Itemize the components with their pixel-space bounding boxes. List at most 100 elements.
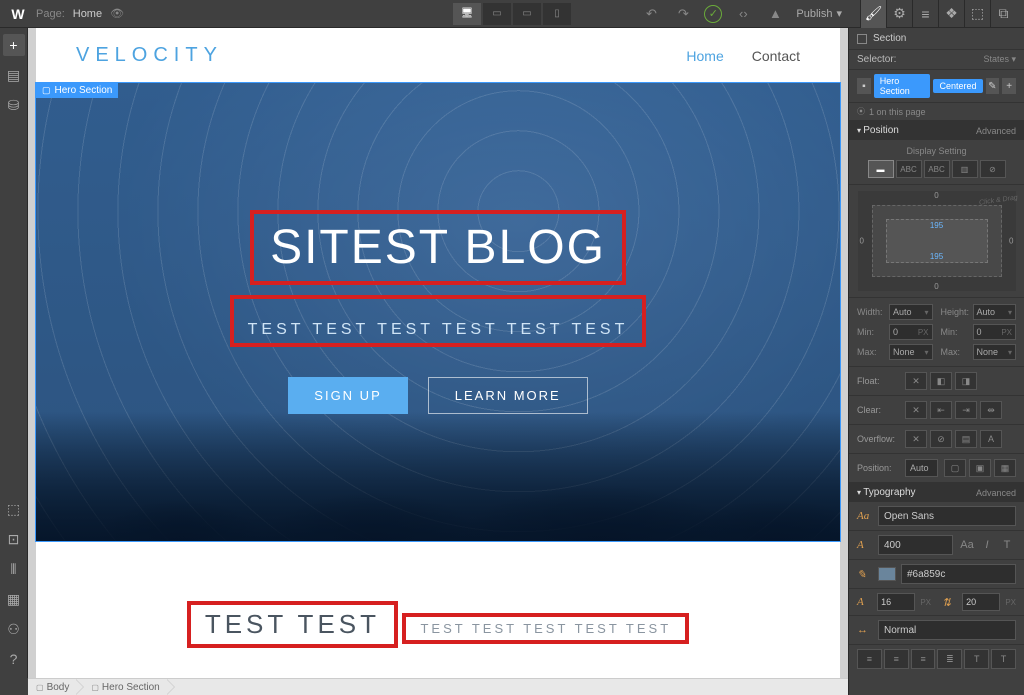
position-section-header[interactable]: Position Advanced	[849, 121, 1024, 140]
hero-subtitle[interactable]: TEST TEST TEST TEST TEST TEST	[248, 321, 629, 339]
display-block-icon[interactable]: ▬	[868, 160, 894, 178]
advanced-toggle[interactable]: Advanced	[976, 126, 1016, 136]
padding-top-value[interactable]: 195	[930, 221, 943, 230]
position-opt2-icon[interactable]: ▣	[969, 459, 991, 477]
float-left-icon[interactable]: ◧	[930, 372, 952, 390]
cms-icon[interactable]: ⛁	[3, 94, 25, 116]
position-select[interactable]: Auto	[905, 459, 938, 477]
letter-spacing-select[interactable]: Normal	[878, 620, 1016, 640]
layout-panel-icon[interactable]: ≡	[912, 0, 938, 28]
breadcrumb-body[interactable]: Body	[28, 679, 83, 695]
clear-none-icon[interactable]	[905, 401, 927, 419]
float-right-icon[interactable]: ◨	[955, 372, 977, 390]
align-center-icon[interactable]: ≡	[884, 649, 909, 669]
line-height-input[interactable]: 20	[962, 593, 1000, 611]
margin-left-value[interactable]: 0	[860, 237, 864, 246]
style-regular-icon[interactable]: Aa	[958, 536, 976, 554]
webflow-logo-icon[interactable]: W	[8, 4, 28, 24]
selector-type-icon[interactable]: ▪	[857, 78, 871, 94]
overflow-auto-icon[interactable]: A	[980, 430, 1002, 448]
publish-button[interactable]: Publish ▾	[796, 7, 842, 20]
clear-left-icon[interactable]: ⇤	[930, 401, 952, 419]
display-inline-icon[interactable]: ABC	[924, 160, 950, 178]
font-size-input[interactable]: 16	[877, 593, 915, 611]
pages-icon[interactable]: ▤	[3, 64, 25, 86]
box-model[interactable]: 0 0 0 0 195 195 Click & Drag	[849, 185, 1024, 298]
device-tablet-icon[interactable]: ▭	[483, 3, 511, 25]
help-icon[interactable]: ?	[3, 648, 25, 670]
font-color-swatch[interactable]	[878, 567, 896, 581]
width-input[interactable]: Auto▾	[889, 304, 933, 320]
font-weight-select[interactable]: 400	[878, 535, 953, 555]
margin-top-value[interactable]: 0	[934, 191, 938, 200]
code-icon[interactable]: ‹›	[732, 3, 754, 25]
interactions-panel-icon[interactable]: ❖	[938, 0, 964, 28]
clear-right-icon[interactable]: ⇥	[955, 401, 977, 419]
preview-icon[interactable]: 👁	[110, 7, 130, 20]
position-opt1-icon[interactable]: ▢	[944, 459, 966, 477]
advanced-toggle[interactable]: Advanced	[976, 488, 1016, 498]
display-none-icon[interactable]: ⊘	[980, 160, 1006, 178]
style-panel-icon[interactable]: 🖌	[860, 0, 886, 28]
overflow-visible-icon[interactable]	[905, 430, 927, 448]
style-italic-icon[interactable]: I	[978, 536, 996, 554]
redo-icon[interactable]: ↷	[672, 3, 694, 25]
selection-tag[interactable]: Hero Section	[36, 83, 118, 98]
navigator-icon[interactable]: ⬚	[3, 498, 25, 520]
max-height-input[interactable]: None▾	[973, 344, 1017, 360]
signup-button[interactable]: SIGN UP	[288, 377, 407, 414]
status-ok-icon[interactable]: ✓	[704, 5, 722, 23]
audit-icon[interactable]: ⦀	[3, 558, 25, 580]
overflow-scroll-icon[interactable]: ▤	[955, 430, 977, 448]
class-tag-centered[interactable]: Centered	[933, 79, 982, 93]
settings-panel-icon[interactable]: ⚙	[886, 0, 912, 28]
style-tt-icon[interactable]: T	[998, 536, 1016, 554]
text-transform-icon[interactable]: T	[964, 649, 989, 669]
overflow-hidden-icon[interactable]: ⊘	[930, 430, 952, 448]
assets-panel-icon[interactable]: ⬚	[964, 0, 990, 28]
min-width-input[interactable]: 0PX	[889, 324, 933, 340]
section-checkbox[interactable]	[857, 34, 867, 44]
add-element-icon[interactable]: +	[3, 34, 25, 56]
margin-bottom-value[interactable]: 0	[934, 282, 938, 291]
class-tag-hero[interactable]: Hero Section	[874, 74, 931, 98]
align-right-icon[interactable]: ≡	[911, 649, 936, 669]
below-subtitle[interactable]: TEST TEST TEST TEST TEST	[420, 621, 671, 636]
text-decoration-icon[interactable]: T	[991, 649, 1016, 669]
below-title[interactable]: TEST TEST	[205, 609, 380, 640]
learnmore-button[interactable]: LEARN MORE	[428, 377, 588, 414]
clear-both-icon[interactable]: ⇹	[980, 401, 1002, 419]
page-name[interactable]: Home	[73, 8, 102, 20]
last-panel-icon[interactable]: ⧉	[990, 0, 1016, 28]
selector-tool-icon[interactable]: ⊡	[3, 528, 25, 550]
breadcrumb-hero[interactable]: Hero Section	[83, 679, 173, 695]
export-icon[interactable]: ▲	[764, 3, 786, 25]
height-input[interactable]: Auto▾	[973, 304, 1017, 320]
device-phone-icon[interactable]: ▯	[543, 3, 571, 25]
min-height-input[interactable]: 0PX	[973, 324, 1017, 340]
video-icon[interactable]: ▦	[3, 588, 25, 610]
canvas[interactable]: VELOCITY Home Contact SITEST BLOG TEST T…	[36, 28, 840, 678]
typography-section-header[interactable]: Typography Advanced	[849, 483, 1024, 502]
position-opt3-icon[interactable]: ▦	[994, 459, 1016, 477]
add-class-icon[interactable]: +	[1002, 78, 1016, 94]
max-width-input[interactable]: None▾	[889, 344, 933, 360]
hero-section[interactable]: SITEST BLOG TEST TEST TEST TEST TEST TES…	[36, 83, 840, 541]
float-none-icon[interactable]	[905, 372, 927, 390]
device-phone-landscape-icon[interactable]: ▭	[513, 3, 541, 25]
padding-bottom-value[interactable]: 195	[930, 252, 943, 261]
device-desktop-icon[interactable]: 🖥	[453, 3, 481, 25]
edit-class-icon[interactable]: ✎	[986, 78, 1000, 94]
font-color-hex[interactable]: #6a859c	[901, 564, 1016, 584]
nav-link-home[interactable]: Home	[686, 48, 723, 64]
display-flex-icon[interactable]: ▥	[952, 160, 978, 178]
site-logo[interactable]: VELOCITY	[76, 44, 223, 67]
undo-icon[interactable]: ↶	[640, 3, 662, 25]
align-left-icon[interactable]: ≡	[857, 649, 882, 669]
nav-link-contact[interactable]: Contact	[752, 48, 800, 64]
display-inline-block-icon[interactable]: ABC	[896, 160, 922, 178]
hero-title[interactable]: SITEST BLOG	[270, 220, 606, 275]
align-justify-icon[interactable]: ≣	[937, 649, 962, 669]
team-icon[interactable]: ⚇	[3, 618, 25, 640]
states-dropdown[interactable]: States ▾	[983, 54, 1016, 65]
